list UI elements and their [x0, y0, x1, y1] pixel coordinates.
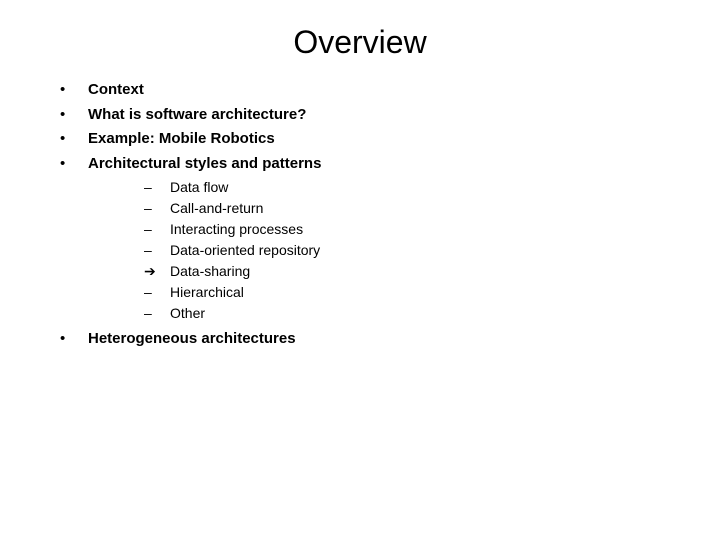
- slide-content: • Context • What is software architectur…: [0, 79, 720, 351]
- list-item-label: Context: [88, 79, 144, 102]
- list-item-label: Other: [170, 303, 205, 324]
- list-item: • Architectural styles and patterns: [60, 153, 680, 176]
- arrow-right-icon: ➔: [144, 261, 170, 282]
- bullet-icon: •: [60, 128, 88, 151]
- list-item-label: Data flow: [170, 177, 228, 198]
- list-item: – Call-and-return: [144, 198, 680, 219]
- bullet-icon: •: [60, 153, 88, 176]
- dash-icon: –: [144, 240, 170, 261]
- list-item-label: What is software architecture?: [88, 104, 306, 127]
- list-item: • What is software architecture?: [60, 104, 680, 127]
- list-item: – Other: [144, 303, 680, 324]
- list-item: – Data flow: [144, 177, 680, 198]
- list-item-label: Data-oriented repository: [170, 240, 320, 261]
- dash-icon: –: [144, 198, 170, 219]
- list-item-label: Example: Mobile Robotics: [88, 128, 275, 151]
- bullet-icon: •: [60, 328, 88, 351]
- list-item-label: Call-and-return: [170, 198, 263, 219]
- dash-icon: –: [144, 219, 170, 240]
- list-item: – Hierarchical: [144, 282, 680, 303]
- list-item-label: Heterogeneous architectures: [88, 328, 296, 351]
- bullet-icon: •: [60, 79, 88, 102]
- bullet-list-level1: • Heterogeneous architectures: [60, 328, 680, 351]
- dash-icon: –: [144, 303, 170, 324]
- dash-icon: –: [144, 177, 170, 198]
- slide: Overview • Context • What is software ar…: [0, 0, 720, 540]
- dash-icon: –: [144, 282, 170, 303]
- slide-title: Overview: [0, 0, 720, 79]
- bullet-list-level1: • Context • What is software architectur…: [60, 79, 680, 175]
- list-item: – Data-oriented repository: [144, 240, 680, 261]
- list-item: • Example: Mobile Robotics: [60, 128, 680, 151]
- list-item-label: Hierarchical: [170, 282, 244, 303]
- list-item: – Interacting processes: [144, 219, 680, 240]
- list-item-label: Architectural styles and patterns: [88, 153, 321, 176]
- list-item: • Heterogeneous architectures: [60, 328, 680, 351]
- bullet-list-level2: – Data flow – Call-and-return – Interact…: [60, 177, 680, 324]
- bullet-icon: •: [60, 104, 88, 127]
- list-item: • Context: [60, 79, 680, 102]
- list-item: ➔ Data-sharing: [144, 261, 680, 282]
- list-item-label: Data-sharing: [170, 261, 250, 282]
- list-item-label: Interacting processes: [170, 219, 303, 240]
